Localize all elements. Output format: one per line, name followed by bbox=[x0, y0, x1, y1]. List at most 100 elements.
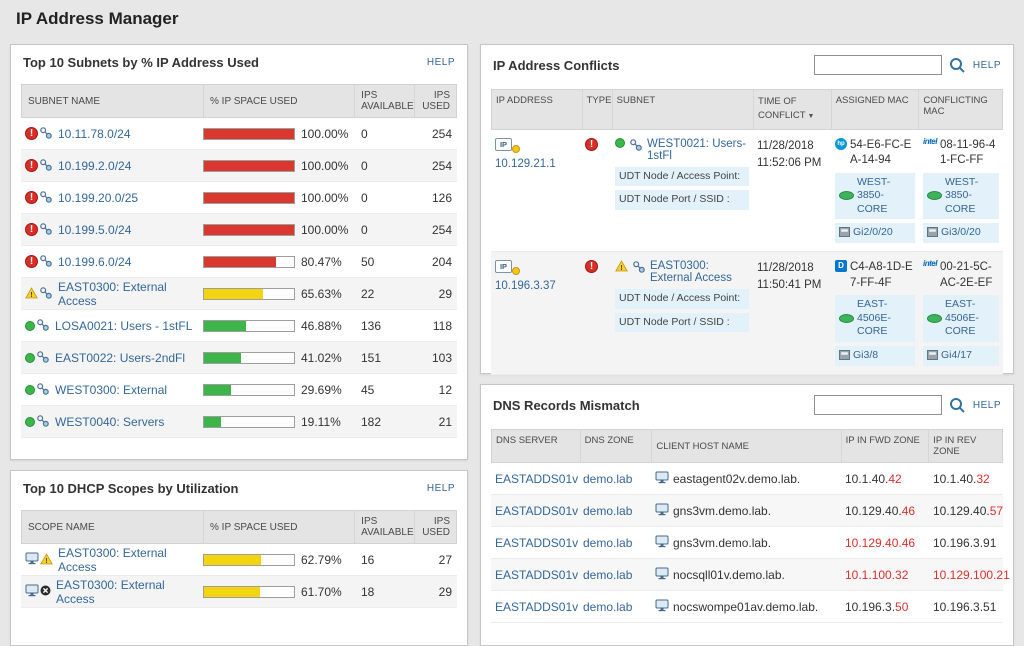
usage-percent-label: 100.00% bbox=[301, 191, 348, 205]
usage-bar-fill bbox=[204, 417, 221, 427]
udt-port-link[interactable]: Gi4/17 bbox=[941, 349, 972, 363]
conflicts-search-input[interactable] bbox=[814, 55, 942, 75]
conflicting-mac-address: 00-21-5C-AC-2E-EF bbox=[940, 260, 999, 291]
dhcp-scope-link[interactable]: EAST0300: External Access bbox=[56, 578, 203, 606]
dns-zone-link[interactable]: demo.lab bbox=[583, 472, 632, 486]
ip-match-part: 10.196.3.51 bbox=[933, 600, 996, 614]
conflict-ip-link[interactable]: 10.129.21.1 bbox=[495, 158, 556, 170]
column-header-subnet: SUBNET bbox=[612, 90, 753, 129]
dns-search-input[interactable] bbox=[814, 395, 942, 415]
status-up-icon bbox=[25, 353, 35, 363]
ip-in-fwd-zone-cell: 10.129.40.46 bbox=[841, 504, 929, 518]
conflict-subnet-link[interactable]: WEST0021: Users-1stFl bbox=[647, 138, 749, 162]
conflict-subnet-cell: ! EAST0300: External Access UDT Node / Acc… bbox=[611, 260, 753, 366]
udt-node-link[interactable]: WEST-3850-CORE bbox=[857, 176, 911, 217]
udt-port-link[interactable]: Gi2/0/20 bbox=[853, 226, 893, 240]
subnet-table-row: !10.199.2.0/24100.00%0254 bbox=[21, 150, 457, 182]
dns-zone-cell: demo.lab bbox=[579, 472, 651, 486]
dns-zone-cell: demo.lab bbox=[579, 600, 651, 614]
ip-space-used-cell: 19.11% bbox=[203, 415, 355, 429]
dns-help-link[interactable]: HELP bbox=[973, 400, 1001, 411]
scope-status-cluster: ! bbox=[25, 552, 53, 567]
conflict-ip-link[interactable]: 10.196.3.37 bbox=[495, 280, 556, 292]
udt-port-label-box: UDT Node Port / SSID : bbox=[615, 313, 749, 333]
svg-text:!: ! bbox=[45, 555, 48, 564]
conflicts-help-link[interactable]: HELP bbox=[973, 60, 1001, 71]
subnet-status-cluster bbox=[25, 350, 50, 366]
subnet-link[interactable]: 10.199.2.0/24 bbox=[58, 159, 131, 173]
subnet-link[interactable]: 10.199.5.0/24 bbox=[58, 223, 131, 237]
search-icon[interactable] bbox=[949, 57, 966, 74]
subnet-link-cell: LOSA0021: Users - 1stFL bbox=[21, 318, 203, 334]
node-up-icon bbox=[839, 191, 854, 200]
udt-node-label-box: UDT Node / Access Point: bbox=[615, 289, 749, 309]
udt-port-link[interactable]: Gi3/8 bbox=[853, 349, 878, 363]
subnet-link[interactable]: WEST0300: External bbox=[55, 383, 167, 397]
conflicting-mac-line: intel08-11-96-41-FC-FF bbox=[923, 138, 999, 169]
ip-address-cell: IP10.129.21.1 bbox=[491, 138, 581, 244]
dns-server-link[interactable]: EASTADDS01v bbox=[495, 568, 578, 582]
dns-zone-link[interactable]: demo.lab bbox=[583, 536, 632, 550]
udt-node-link[interactable]: EAST-4506E-CORE bbox=[857, 298, 911, 339]
dns-server-link[interactable]: EASTADDS01v bbox=[495, 504, 578, 518]
usage-percent-label: 29.69% bbox=[301, 383, 342, 397]
column-header-assigned-mac: ASSIGNED MAC bbox=[831, 90, 919, 129]
panel-top-subnets: Top 10 Subnets by % IP Address Used HELP… bbox=[10, 44, 468, 460]
subnet-table-row: !10.199.20.0/25100.00%0126 bbox=[21, 182, 457, 214]
ip-in-rev-zone-cell: 10.129.100.21 bbox=[929, 568, 1003, 582]
column-header-time-of-conflict[interactable]: TIME OF CONFLICT▼ bbox=[753, 90, 831, 129]
ips-used-value: 118 bbox=[415, 319, 457, 333]
dns-zone-link[interactable]: demo.lab bbox=[583, 504, 632, 518]
assigned-mac-address: C4-A8-1D-E7-FF-4F bbox=[850, 260, 915, 291]
dns-server-link[interactable]: EASTADDS01v bbox=[495, 600, 578, 614]
dhcp-scope-link[interactable]: EAST0300: External Access bbox=[58, 546, 203, 574]
subnet-link[interactable]: 10.199.6.0/24 bbox=[58, 255, 131, 269]
assigned-mac-cell: hp54-E6-FC-EA-14-94 WEST-3850-CORE Gi2/0/2… bbox=[831, 138, 919, 244]
dns-zone-link[interactable]: demo.lab bbox=[583, 568, 632, 582]
usage-bar-fill bbox=[204, 225, 294, 235]
subnet-link-cell: !10.199.20.0/25 bbox=[21, 190, 203, 206]
conflict-subnet-link[interactable]: EAST0300: External Access bbox=[650, 260, 749, 284]
usage-bar-fill bbox=[204, 257, 276, 267]
ips-used-value: 12 bbox=[415, 383, 457, 397]
usage-percent-label: 100.00% bbox=[301, 159, 348, 173]
search-icon[interactable] bbox=[949, 397, 966, 414]
status-warning-icon: ! bbox=[615, 260, 628, 276]
dhcp-scope-row: EAST0300: External Access61.70%1829 bbox=[21, 576, 457, 608]
assigned-mac-line: DC4-A8-1D-E7-FF-4F bbox=[835, 260, 915, 291]
ip-space-used-cell: 29.69% bbox=[203, 383, 355, 397]
ip-mismatch-part: 42 bbox=[888, 472, 901, 486]
conflicting-mac-address: 08-11-96-41-FC-FF bbox=[940, 138, 999, 169]
panel-head: IP Address Conflicts HELP bbox=[481, 45, 1013, 83]
panel-ip-address-conflicts: IP Address Conflicts HELP IP ADDRESS TYP… bbox=[480, 44, 1014, 374]
status-error-icon: ! bbox=[25, 159, 38, 172]
subnet-icon bbox=[39, 254, 53, 270]
subnet-link[interactable]: 10.11.78.0/24 bbox=[58, 127, 131, 141]
udt-node-link[interactable]: WEST-3850-CORE bbox=[945, 176, 995, 217]
dns-server-link[interactable]: EASTADDS01v bbox=[495, 472, 578, 486]
subnet-icon bbox=[39, 126, 53, 142]
subnet-link[interactable]: WEST0040: Servers bbox=[55, 415, 164, 429]
subnets-table-body: !10.11.78.0/24100.00%0254!10.199.2.0/241… bbox=[11, 118, 467, 438]
usage-bar-fill bbox=[204, 193, 294, 203]
udt-node-link[interactable]: EAST-4506E-CORE bbox=[945, 298, 995, 339]
dns-server-link[interactable]: EASTADDS01v bbox=[495, 536, 578, 550]
subnet-link[interactable]: EAST0300: External Access bbox=[58, 280, 203, 308]
dns-zone-link[interactable]: demo.lab bbox=[583, 600, 632, 614]
subnet-status-cluster: ! bbox=[25, 158, 53, 174]
udt-port-link[interactable]: Gi3/0/20 bbox=[941, 226, 981, 240]
ips-available-value: 0 bbox=[355, 223, 415, 237]
rev-zone-ip: 10.129.40.57 bbox=[933, 504, 1003, 518]
conflicts-table-header: IP ADDRESS TYPE SUBNET TIME OF CONFLICT▼… bbox=[491, 89, 1003, 130]
port-icon bbox=[927, 350, 938, 363]
dhcp-help-link[interactable]: HELP bbox=[427, 483, 455, 494]
subnet-link[interactable]: LOSA0021: Users - 1stFL bbox=[55, 319, 192, 333]
usage-bar bbox=[203, 586, 295, 598]
subnet-link[interactable]: EAST0022: Users-2ndFl bbox=[55, 351, 185, 365]
subnets-help-link[interactable]: HELP bbox=[427, 57, 455, 68]
ip-in-rev-zone-cell: 10.196.3.51 bbox=[929, 600, 1003, 614]
column-header-ip-in-fwd-zone: IP IN FWD ZONE bbox=[841, 430, 929, 462]
subnet-link[interactable]: 10.199.20.0/25 bbox=[58, 191, 138, 205]
monitor-icon bbox=[655, 599, 669, 614]
assigned-mac-line: hp54-E6-FC-EA-14-94 bbox=[835, 138, 915, 169]
